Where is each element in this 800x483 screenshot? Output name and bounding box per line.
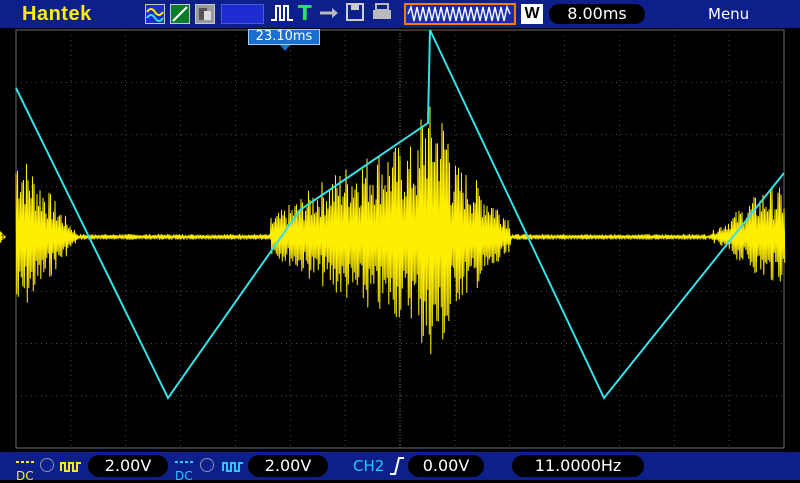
cursor-icon — [318, 2, 340, 28]
ch1-marker[interactable]: 1 — [0, 231, 6, 244]
invert-icon[interactable] — [40, 458, 54, 472]
trigger-position-arrow-icon — [280, 45, 290, 51]
acquire-waveform-icon[interactable] — [404, 3, 516, 25]
timebase-display[interactable]: 8.00ms — [549, 4, 645, 24]
rising-edge-icon[interactable] — [389, 456, 405, 480]
ch2-bandwidth-icon[interactable] — [222, 457, 244, 479]
ch2-coupling-label: DC — [175, 469, 193, 483]
ch2-invert-icon[interactable] — [200, 458, 214, 472]
bandwidth-icon[interactable] — [60, 457, 82, 479]
brand-logo: Hantek — [22, 3, 92, 25]
menu-button[interactable]: Menu — [708, 5, 749, 23]
save-icon[interactable] — [345, 2, 365, 26]
trigger-source[interactable]: CH2 — [353, 457, 384, 475]
trigger-level[interactable]: 0.00V — [408, 455, 484, 477]
pulse-icon — [270, 2, 294, 28]
svg-text:1: 1 — [0, 234, 6, 244]
waveform-icon[interactable] — [145, 4, 165, 24]
waveform-display[interactable]: 1 — [0, 28, 800, 452]
ch1-coupling-label: DC — [16, 469, 34, 483]
blank-status-box — [221, 4, 264, 24]
line-icon[interactable] — [170, 4, 190, 24]
trigger-t-icon: T — [298, 1, 312, 25]
trigger-position-label: 23.10ms — [248, 29, 320, 45]
ch1-volts-div[interactable]: 2.00V — [88, 455, 168, 477]
ch2-volts-div[interactable]: 2.00V — [248, 455, 328, 477]
ch2-coupling[interactable]: DC — [175, 456, 193, 482]
w-mode-label[interactable]: W — [521, 4, 543, 24]
ch1-coupling[interactable]: DC — [16, 456, 34, 482]
print-icon[interactable] — [371, 2, 393, 28]
top-status-bar: Hantek T W 8.00ms Menu — [0, 0, 800, 28]
bottom-status-bar: DC 2.00V DC 2.00V CH2 0.00V 11.0000Hz — [0, 452, 800, 482]
frequency-readout: 11.0000Hz — [512, 455, 644, 477]
persist-icon[interactable] — [195, 4, 215, 24]
